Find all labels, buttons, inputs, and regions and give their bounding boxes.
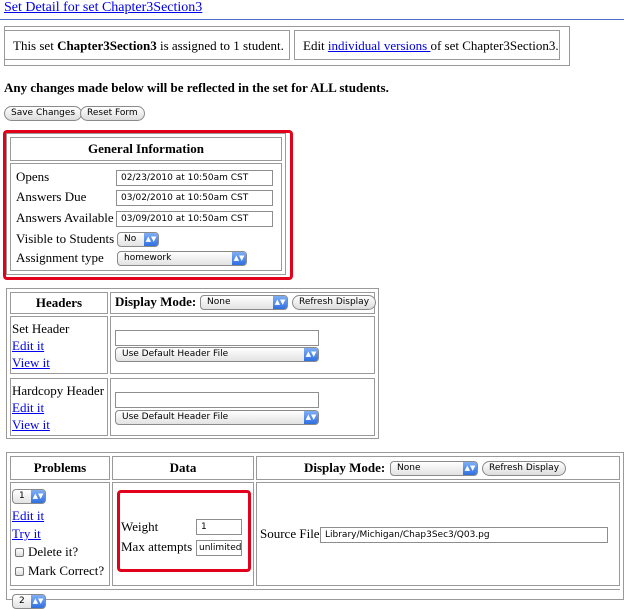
individual-versions-link[interactable]: individual versions — [328, 38, 431, 53]
general-info-highlight — [3, 130, 293, 280]
problems-heading: Problems — [33, 460, 87, 475]
all-students-warning: Any changes made below will be reflected… — [4, 80, 389, 95]
next-row-border — [10, 589, 620, 590]
edit-versions-info: Edit individual versions of set Chapter3… — [294, 30, 560, 60]
problems-heading-cell: Problems — [10, 456, 110, 480]
page-title[interactable]: Set Detail for set Chapter3Section3 — [4, 0, 202, 16]
assigned-info: This set Chapter3Section3 is assigned to… — [4, 30, 290, 60]
chevron-updown-icon: ▲▼ — [463, 462, 477, 475]
headers-display-mode-select[interactable]: None ▲▼ — [200, 295, 288, 310]
chevron-updown-icon: ▲▼ — [31, 490, 45, 503]
reset-form-button[interactable]: Reset Form — [80, 106, 145, 121]
hardcopy-header-file-input[interactable] — [115, 392, 319, 408]
set-name: Chapter3Section3 — [57, 38, 157, 53]
data-heading: Data — [169, 460, 197, 475]
problem-try-link[interactable]: Try it — [12, 526, 41, 542]
headers-heading: Headers — [35, 295, 83, 310]
chevron-updown-icon: ▲▼ — [31, 595, 45, 608]
mark-correct-label: Mark Correct? — [28, 563, 105, 578]
problems-refresh-button[interactable]: Refresh Display — [482, 461, 567, 476]
headers-heading-cell: Headers — [10, 292, 108, 314]
data-heading-cell: Data — [112, 456, 254, 480]
save-changes-button[interactable]: Save Changes — [4, 106, 83, 121]
chevron-updown-icon: ▲▼ — [304, 411, 318, 424]
problem-edit-link[interactable]: Edit it — [12, 508, 44, 524]
mark-correct-checkbox[interactable] — [15, 567, 24, 576]
problem-data-highlight — [117, 490, 251, 572]
problem-number-select[interactable]: 1 ▲▼ — [12, 489, 46, 504]
hardcopy-header-file-select[interactable]: Use Default Header File ▲▼ — [115, 410, 319, 425]
headers-display-mode-label: Display Mode: — [115, 294, 197, 309]
problems-display-mode-label: Display Mode: — [304, 460, 386, 475]
problems-display-mode-select[interactable]: None ▲▼ — [390, 461, 478, 476]
delete-label: Delete it? — [28, 544, 79, 559]
set-header-label: Set Header — [12, 321, 70, 336]
hardcopy-header-label: Hardcopy Header — [12, 383, 105, 398]
set-header-file-select[interactable]: Use Default Header File ▲▼ — [115, 347, 319, 362]
set-header-edit-link[interactable]: Edit it — [12, 338, 44, 354]
hardcopy-header-view-link[interactable]: View it — [12, 417, 50, 433]
source-file-input[interactable]: Library/Michigan/Chap3Sec3/Q03.pg — [320, 527, 608, 543]
delete-checkbox[interactable] — [15, 548, 24, 557]
chevron-updown-icon: ▲▼ — [273, 296, 287, 309]
title-divider — [0, 19, 624, 20]
problem-number-select-2[interactable]: 2 ▲▼ — [12, 594, 46, 609]
set-header-view-link[interactable]: View it — [12, 355, 50, 371]
set-header-file-input[interactable] — [115, 330, 319, 346]
headers-refresh-button[interactable]: Refresh Display — [292, 295, 377, 310]
chevron-updown-icon: ▲▼ — [304, 348, 318, 361]
hardcopy-header-edit-link[interactable]: Edit it — [12, 400, 44, 416]
source-file-label: Source File — [260, 526, 320, 541]
